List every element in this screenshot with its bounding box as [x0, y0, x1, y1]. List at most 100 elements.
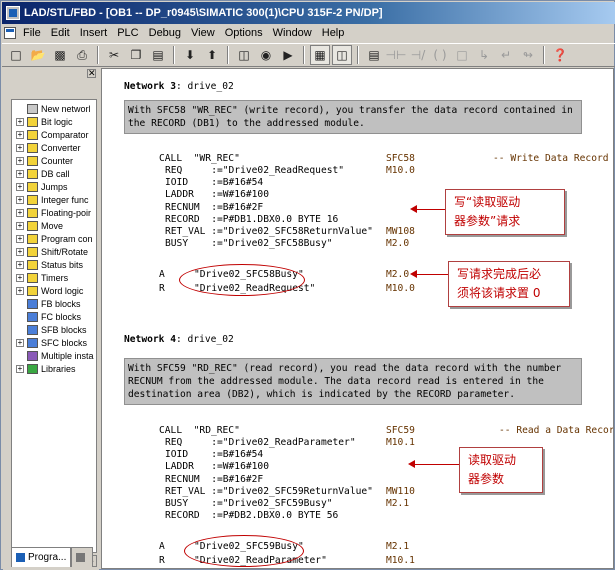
- sidebar-item[interactable]: + Counter: [12, 154, 96, 167]
- tab-program-elements[interactable]: Progra...: [11, 547, 72, 567]
- sidebar-item[interactable]: + Move: [12, 219, 96, 232]
- sidebar-item[interactable]: New networl: [12, 102, 96, 115]
- expand-icon[interactable]: +: [16, 260, 24, 269]
- call-parameter[interactable]: IOID :=B#16#54: [165, 449, 263, 461]
- catalog-icon[interactable]: ◫: [332, 45, 352, 65]
- program-elements-icon[interactable]: ▤: [364, 45, 384, 65]
- menu-edit[interactable]: Edit: [46, 27, 75, 39]
- box-icon[interactable]: □: [452, 45, 472, 65]
- expand-icon[interactable]: +: [16, 143, 24, 152]
- sidebar-item[interactable]: + Timers: [12, 271, 96, 284]
- expand-icon[interactable]: +: [16, 364, 24, 373]
- overview-icon[interactable]: ▦: [310, 45, 330, 65]
- instruction-mnemonic[interactable]: A: [159, 269, 165, 281]
- instruction-mnemonic[interactable]: R: [159, 283, 165, 295]
- sidebar-item-label: New networl: [41, 103, 91, 114]
- call-parameter[interactable]: LADDR :=W#16#100: [165, 461, 269, 473]
- upload-icon[interactable]: ⬆: [202, 45, 222, 65]
- cut-icon[interactable]: ✂: [104, 45, 124, 65]
- folder-icon: [27, 233, 38, 244]
- expand-icon[interactable]: +: [16, 169, 24, 178]
- contact-no-icon[interactable]: ⊣⊢: [386, 45, 407, 65]
- instruction-mnemonic[interactable]: R: [159, 555, 165, 567]
- branch-close-icon[interactable]: ↵: [496, 45, 516, 65]
- network-4-call[interactable]: CALL "RD_REC": [159, 425, 240, 437]
- call-parameter[interactable]: RECNUM :=B#16#2F: [165, 474, 263, 486]
- expand-icon[interactable]: +: [16, 130, 24, 139]
- save-icon[interactable]: ▩: [50, 45, 70, 65]
- sidebar-item[interactable]: FB blocks: [12, 297, 96, 310]
- sidebar-item[interactable]: + Bit logic: [12, 115, 96, 128]
- call-parameter[interactable]: BUSY :="Drive02_SFC59Busy": [165, 498, 333, 510]
- menu-file[interactable]: File: [18, 27, 46, 39]
- sidebar-item[interactable]: + Libraries: [12, 362, 96, 375]
- call-parameter[interactable]: RET_VAL :="Drive02_SFC59ReturnValue": [165, 486, 373, 498]
- expand-icon[interactable]: +: [16, 286, 24, 295]
- sidebar-item[interactable]: + Status bits: [12, 258, 96, 271]
- annotation-text: 写“读取驱动 器参数”请求: [454, 195, 521, 228]
- stl-editor[interactable]: Network 3: drive_02 With SFC58 "WR_REC" …: [101, 68, 614, 569]
- instruction-mnemonic[interactable]: A: [159, 541, 165, 553]
- expand-icon[interactable]: +: [16, 208, 24, 217]
- call-parameter[interactable]: REQ :="Drive02_ReadRequest": [165, 165, 344, 177]
- sidebar-item[interactable]: + Jumps: [12, 180, 96, 193]
- call-parameter[interactable]: LADDR :=W#16#100: [165, 189, 269, 201]
- new-icon[interactable]: □: [6, 45, 26, 65]
- menu-debug[interactable]: Debug: [144, 27, 186, 39]
- coil-icon[interactable]: ( ): [430, 45, 450, 65]
- paste-icon[interactable]: ▤: [148, 45, 168, 65]
- network-3-call[interactable]: CALL "WR_REC": [159, 153, 240, 165]
- help-icon[interactable]: ❓: [550, 45, 570, 65]
- sidebar-item[interactable]: + Shift/Rotate: [12, 245, 96, 258]
- open-icon[interactable]: 📂: [28, 45, 48, 65]
- document-window-icon[interactable]: [4, 27, 16, 39]
- network-icon[interactable]: ◫: [234, 45, 254, 65]
- contact-nc-icon[interactable]: ⊣/: [408, 45, 428, 65]
- sidebar-item[interactable]: Multiple insta: [12, 349, 96, 362]
- sidebar-item[interactable]: SFB blocks: [12, 323, 96, 336]
- expand-icon[interactable]: +: [16, 117, 24, 126]
- call-parameter[interactable]: BUSY :="Drive02_SFC58Busy": [165, 238, 333, 250]
- sidebar-item[interactable]: + Word logic: [12, 284, 96, 297]
- monitor-icon[interactable]: ◉: [256, 45, 276, 65]
- tab-call-structure[interactable]: [71, 547, 94, 567]
- close-icon[interactable]: ✕: [87, 69, 96, 79]
- step-icon[interactable]: ▶: [278, 45, 298, 65]
- expand-icon[interactable]: +: [16, 182, 24, 191]
- network-4-comment[interactable]: With SFC59 "RD_REC" (read record), you r…: [124, 358, 582, 405]
- branch-open-icon[interactable]: ↳: [474, 45, 494, 65]
- menu-insert[interactable]: Insert: [75, 27, 113, 39]
- network-3-comment[interactable]: With SFC58 "WR_REC" (write record), you …: [124, 100, 582, 134]
- jump-icon[interactable]: ↬: [518, 45, 538, 65]
- call-parameter[interactable]: RECORD :=P#DB2.DBX0.0 BYTE 56: [165, 510, 338, 522]
- call-parameter[interactable]: RECORD :=P#DB1.DBX0.0 BYTE 16: [165, 214, 338, 226]
- sidebar-item[interactable]: + SFC blocks: [12, 336, 96, 349]
- copy-icon[interactable]: ❐: [126, 45, 146, 65]
- menu-bar: File Edit Insert PLC Debug View Options …: [2, 24, 615, 42]
- sidebar-item[interactable]: FC blocks: [12, 310, 96, 323]
- menu-window[interactable]: Window: [268, 27, 317, 39]
- download-icon[interactable]: ⬇: [180, 45, 200, 65]
- call-parameter[interactable]: RET_VAL :="Drive02_SFC58ReturnValue": [165, 226, 373, 238]
- sidebar-item[interactable]: + Program con: [12, 232, 96, 245]
- expand-icon[interactable]: +: [16, 247, 24, 256]
- sidebar-item[interactable]: + Comparator: [12, 128, 96, 141]
- sidebar-item[interactable]: + Integer func: [12, 193, 96, 206]
- call-parameter[interactable]: IOID :=B#16#54: [165, 177, 263, 189]
- expand-icon[interactable]: +: [16, 273, 24, 282]
- expand-icon[interactable]: +: [16, 221, 24, 230]
- menu-help[interactable]: Help: [317, 27, 350, 39]
- menu-options[interactable]: Options: [220, 27, 268, 39]
- print-icon[interactable]: ⎙: [72, 45, 92, 65]
- expand-icon[interactable]: +: [16, 234, 24, 243]
- menu-plc[interactable]: PLC: [112, 27, 143, 39]
- call-parameter[interactable]: REQ :="Drive02_ReadParameter": [165, 437, 356, 449]
- sidebar-item[interactable]: + DB call: [12, 167, 96, 180]
- sidebar-item[interactable]: + Floating-poir: [12, 206, 96, 219]
- call-parameter[interactable]: RECNUM :=B#16#2F: [165, 202, 263, 214]
- menu-view[interactable]: View: [186, 27, 220, 39]
- expand-icon[interactable]: +: [16, 338, 24, 347]
- expand-icon[interactable]: +: [16, 156, 24, 165]
- sidebar-item[interactable]: + Converter: [12, 141, 96, 154]
- expand-icon[interactable]: +: [16, 195, 24, 204]
